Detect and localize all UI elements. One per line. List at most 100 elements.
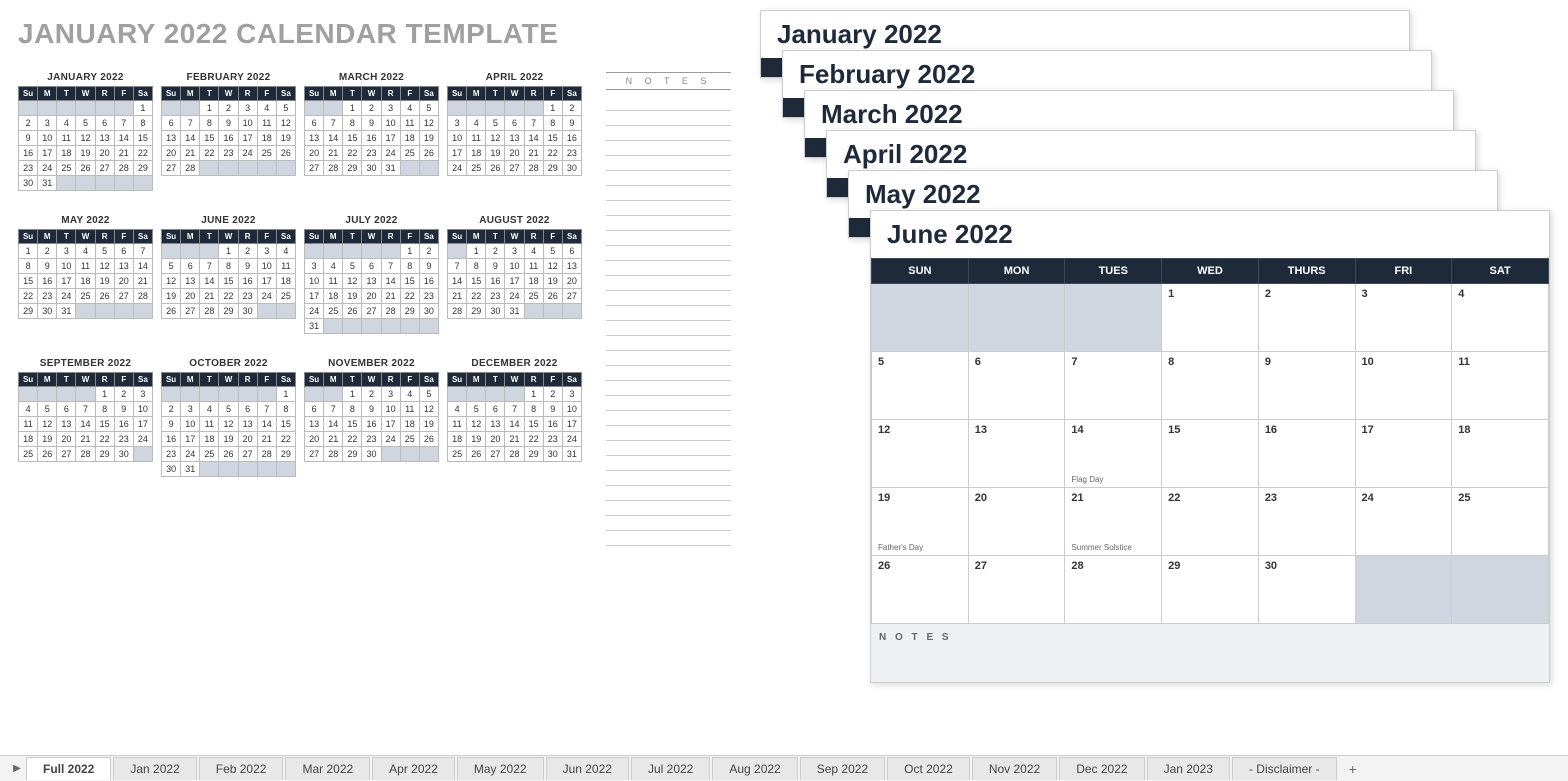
notes-line[interactable] [606, 501, 731, 516]
sheet-tab[interactable]: Sep 2022 [800, 757, 885, 780]
sheet-tab[interactable]: Oct 2022 [887, 757, 970, 780]
day-cell[interactable]: 7 [1065, 352, 1162, 420]
notes-line[interactable] [606, 156, 731, 171]
notes-line[interactable] [606, 171, 731, 186]
day-cell[interactable]: 29 [1162, 556, 1259, 624]
notes-line[interactable] [606, 396, 731, 411]
notes-line[interactable] [606, 321, 731, 336]
mini-month-table: SuMTWRFSa1234567891011121314151617181920… [447, 86, 582, 176]
month-notes[interactable]: N O T E S [871, 624, 1549, 682]
notes-line[interactable] [606, 141, 731, 156]
notes-line[interactable] [606, 201, 731, 216]
notes-line[interactable] [606, 246, 731, 261]
day-cell[interactable]: 27 [968, 556, 1065, 624]
mini-month-title: JUNE 2022 [161, 215, 296, 226]
notes-line[interactable] [606, 381, 731, 396]
mini-day-cell: 11 [324, 274, 343, 289]
mini-blank-cell [400, 319, 419, 334]
notes-line[interactable] [606, 441, 731, 456]
day-cell[interactable]: 6 [968, 352, 1065, 420]
day-cell[interactable]: 15 [1162, 420, 1259, 488]
day-cell[interactable]: 3 [1355, 284, 1452, 352]
notes-line[interactable] [606, 351, 731, 366]
sheet-tab[interactable]: Jul 2022 [631, 757, 710, 780]
notes-line[interactable] [606, 336, 731, 351]
notes-line[interactable] [606, 471, 731, 486]
day-cell[interactable]: 8 [1162, 352, 1259, 420]
mini-day-cell: 1 [276, 387, 295, 402]
sheet-tab[interactable]: Jun 2022 [546, 757, 629, 780]
notes-line[interactable] [606, 216, 731, 231]
mini-dow-header: M [181, 87, 200, 101]
notes-line[interactable] [606, 306, 731, 321]
mini-day-cell: 25 [76, 289, 95, 304]
sheet-tab[interactable]: Aug 2022 [712, 757, 797, 780]
sheet-tab[interactable]: Full 2022 [26, 757, 111, 780]
day-cell[interactable]: 13 [968, 420, 1065, 488]
mini-day-cell: 3 [57, 244, 76, 259]
day-cell[interactable]: 30 [1258, 556, 1355, 624]
notes-line[interactable] [606, 486, 731, 501]
day-cell[interactable]: 18 [1452, 420, 1549, 488]
sheet-tab[interactable]: Apr 2022 [372, 757, 455, 780]
notes-line[interactable] [606, 531, 731, 546]
day-cell[interactable]: 21Summer Solstice [1065, 488, 1162, 556]
notes-line[interactable] [606, 456, 731, 471]
notes-line[interactable] [606, 276, 731, 291]
mini-day-cell: 3 [505, 244, 524, 259]
sheet-tab[interactable]: Jan 2022 [113, 757, 196, 780]
notes-line[interactable] [606, 291, 731, 306]
day-cell[interactable]: 24 [1355, 488, 1452, 556]
day-cell[interactable]: 19Father's Day [872, 488, 969, 556]
sheet-tab[interactable]: - Disclaimer - [1232, 757, 1337, 780]
mini-day-cell: 5 [162, 259, 181, 274]
day-cell[interactable]: 2 [1258, 284, 1355, 352]
day-cell[interactable]: 12 [872, 420, 969, 488]
notes-line[interactable] [606, 126, 731, 141]
notes-line[interactable] [606, 426, 731, 441]
mini-day-cell: 22 [219, 289, 238, 304]
mini-day-cell: 11 [257, 116, 276, 131]
day-cell[interactable]: 1 [1162, 284, 1259, 352]
day-cell[interactable]: 4 [1452, 284, 1549, 352]
day-cell[interactable]: 20 [968, 488, 1065, 556]
sheet-tab[interactable]: Feb 2022 [199, 757, 284, 780]
sheet-tab[interactable]: Nov 2022 [972, 757, 1057, 780]
mini-day-cell: 1 [524, 387, 543, 402]
mini-blank-cell [95, 176, 114, 191]
day-cell[interactable]: 26 [872, 556, 969, 624]
day-cell[interactable]: 28 [1065, 556, 1162, 624]
notes-line[interactable] [606, 231, 731, 246]
day-cell[interactable]: 14Flag Day [1065, 420, 1162, 488]
sheet-tab[interactable]: May 2022 [457, 757, 544, 780]
sheet-tab[interactable]: Mar 2022 [285, 757, 370, 780]
mini-day-cell: 2 [238, 244, 257, 259]
notes-line[interactable] [606, 366, 731, 381]
mini-day-cell: 24 [381, 432, 400, 447]
tab-scroll-right-icon[interactable]: ▶ [8, 763, 26, 774]
sheet-tab[interactable]: Jan 2023 [1147, 757, 1230, 780]
day-cell[interactable]: 22 [1162, 488, 1259, 556]
notes-line[interactable] [606, 186, 731, 201]
mini-day-cell: 19 [276, 131, 295, 146]
day-cell[interactable]: 9 [1258, 352, 1355, 420]
day-cell[interactable]: 5 [872, 352, 969, 420]
mini-day-cell: 7 [324, 402, 343, 417]
sheet-tab[interactable]: Dec 2022 [1059, 757, 1144, 780]
mini-dow-header: W [76, 230, 95, 244]
notes-line[interactable] [606, 96, 731, 111]
mini-dow-header: Sa [419, 230, 438, 244]
notes-line[interactable] [606, 111, 731, 126]
day-cell[interactable]: 10 [1355, 352, 1452, 420]
notes-line[interactable] [606, 261, 731, 276]
mini-day-cell: 15 [343, 417, 362, 432]
notes-line[interactable] [606, 411, 731, 426]
add-sheet-button[interactable]: + [1339, 757, 1367, 781]
day-cell[interactable]: 23 [1258, 488, 1355, 556]
mini-day-cell: 26 [95, 289, 114, 304]
notes-line[interactable] [606, 516, 731, 531]
day-cell[interactable]: 16 [1258, 420, 1355, 488]
day-cell[interactable]: 11 [1452, 352, 1549, 420]
day-cell[interactable]: 17 [1355, 420, 1452, 488]
day-cell[interactable]: 25 [1452, 488, 1549, 556]
